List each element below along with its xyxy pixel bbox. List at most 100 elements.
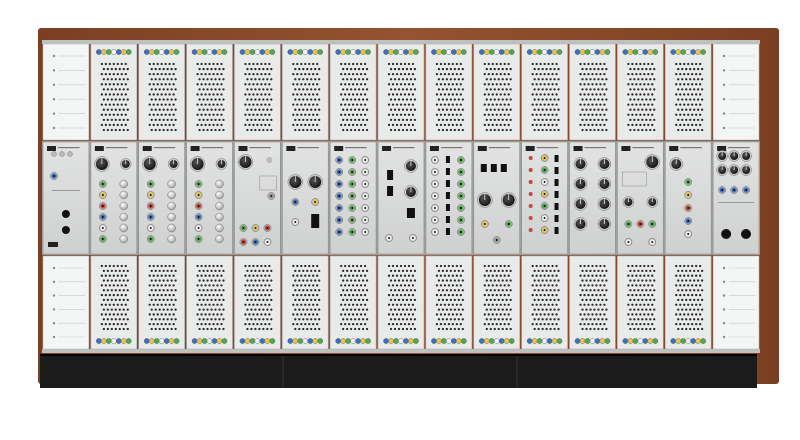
vent-hole bbox=[310, 318, 313, 321]
module-logo bbox=[621, 146, 631, 151]
vent-hole bbox=[312, 62, 315, 66]
vent-hole bbox=[258, 318, 261, 321]
vent-hole bbox=[689, 67, 692, 71]
vent-hole bbox=[250, 327, 253, 331]
vent-hole bbox=[447, 73, 451, 76]
vent-hole bbox=[593, 128, 596, 132]
vent-hole bbox=[491, 123, 494, 127]
vent-hole bbox=[314, 88, 317, 91]
vent-hole bbox=[304, 303, 307, 306]
vent-hole bbox=[156, 62, 159, 66]
vent-hole bbox=[589, 318, 592, 321]
patch-jack bbox=[388, 338, 394, 344]
vent-hole bbox=[399, 264, 403, 268]
vent-hole bbox=[583, 274, 586, 277]
vent-hole bbox=[104, 123, 107, 127]
vent-hole bbox=[553, 289, 556, 292]
vent-hole bbox=[346, 98, 349, 101]
vent-hole bbox=[403, 113, 407, 116]
vent-hole bbox=[110, 318, 113, 321]
vent-hole bbox=[222, 67, 225, 71]
patch-jack bbox=[478, 338, 485, 344]
vent-hole bbox=[493, 67, 496, 71]
vent-hole bbox=[200, 113, 203, 116]
vent-hole bbox=[413, 118, 417, 121]
vent-hole bbox=[535, 274, 538, 277]
vent-hole bbox=[413, 289, 417, 292]
vent-hole bbox=[629, 128, 632, 132]
vent-hole bbox=[210, 88, 213, 91]
vent-hole bbox=[152, 293, 155, 297]
vent-hole bbox=[152, 62, 155, 66]
vent-hole bbox=[641, 67, 644, 71]
vent-hole bbox=[248, 103, 251, 106]
vent-hole bbox=[395, 103, 399, 106]
vent-hole bbox=[359, 274, 363, 277]
vent-hole bbox=[200, 123, 203, 127]
vent-hole bbox=[505, 298, 508, 302]
vent-panel bbox=[329, 255, 377, 350]
patch-jack bbox=[675, 338, 682, 344]
jack-hole bbox=[459, 219, 462, 221]
vent-panel bbox=[138, 255, 185, 350]
vent-hole bbox=[547, 323, 550, 326]
vent-hole bbox=[491, 323, 494, 326]
trimmer-knob bbox=[167, 190, 176, 200]
vent-hole bbox=[637, 118, 640, 121]
vent-hole bbox=[545, 78, 548, 81]
led bbox=[528, 168, 533, 172]
vent-hole bbox=[683, 113, 686, 116]
patch-jack bbox=[393, 338, 399, 344]
vent-hole bbox=[679, 123, 682, 127]
vent-hole bbox=[653, 88, 656, 91]
vent-hole bbox=[635, 274, 638, 277]
vent-hole bbox=[162, 78, 165, 81]
vent-hole bbox=[210, 298, 213, 302]
vent-hole bbox=[689, 78, 692, 81]
vent-hole bbox=[405, 308, 409, 311]
vent-hole bbox=[126, 78, 129, 81]
vent-hole bbox=[441, 108, 445, 111]
vent-hole bbox=[110, 269, 113, 272]
vent-hole bbox=[304, 313, 307, 316]
vent-hole bbox=[357, 318, 361, 321]
vent-hole bbox=[102, 67, 106, 71]
vent-hole bbox=[395, 303, 399, 306]
vent-hole bbox=[256, 93, 259, 96]
vent-hole bbox=[198, 88, 201, 91]
vent-hole bbox=[104, 264, 107, 268]
vent-hole bbox=[439, 313, 443, 316]
vent-hole bbox=[156, 274, 159, 277]
vent-hole bbox=[112, 293, 115, 297]
vent-hole bbox=[679, 323, 682, 326]
vent-hole bbox=[399, 293, 403, 297]
vent-hole bbox=[220, 323, 223, 326]
vent-hole bbox=[501, 279, 504, 282]
vent-hole bbox=[635, 284, 638, 287]
vent-hole bbox=[296, 123, 299, 127]
vent-hole bbox=[355, 62, 359, 66]
vent-hole bbox=[696, 98, 700, 101]
vent-hole bbox=[439, 93, 443, 96]
vent-hole bbox=[258, 279, 261, 282]
vent-hole bbox=[206, 98, 209, 101]
vent-hole bbox=[304, 264, 307, 268]
vent-hole bbox=[585, 118, 588, 121]
vent-hole bbox=[318, 298, 321, 302]
vent-hole bbox=[102, 327, 106, 331]
vent-hole bbox=[264, 93, 267, 96]
vent-hole bbox=[206, 128, 209, 132]
vent-hole bbox=[689, 298, 692, 302]
vent-hole bbox=[348, 73, 351, 76]
vent-hole bbox=[170, 269, 173, 272]
vent-hole bbox=[593, 279, 596, 282]
vent-hole bbox=[487, 113, 490, 116]
trimmer-knob bbox=[167, 179, 176, 189]
vent-hole bbox=[533, 67, 536, 71]
vent-hole bbox=[212, 93, 215, 96]
vent-hole bbox=[639, 73, 642, 76]
synth-module bbox=[138, 141, 185, 255]
vent-hole bbox=[395, 93, 399, 96]
jack-hole bbox=[294, 221, 297, 223]
vent-hole bbox=[200, 83, 203, 86]
